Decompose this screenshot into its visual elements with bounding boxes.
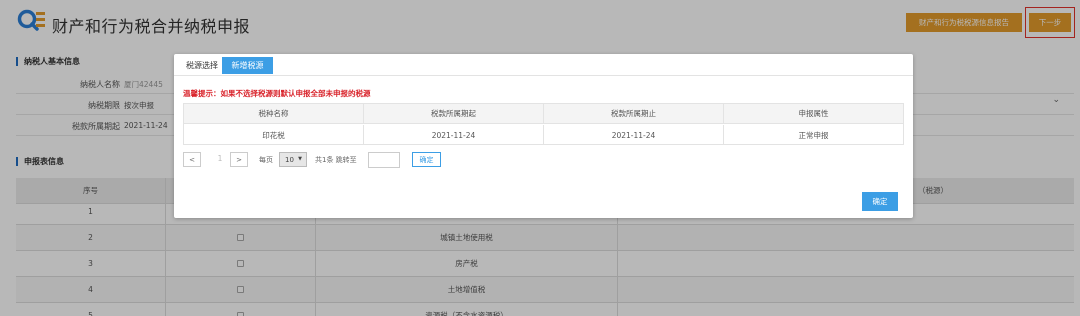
tax-source-modal: 税源选择 新增税源 温馨提示：如果不选择税源则默认申报全部未申报的税源 税种名称… xyxy=(174,54,913,218)
cell-tax-type: 印花税 xyxy=(184,125,364,145)
modal-tab-bar: 税源选择 新增税源 xyxy=(174,54,913,76)
pagination: < 1 > 每页 10 ▼ 共1条 跳转至 确定 xyxy=(183,152,583,168)
caret-down-icon: ▼ xyxy=(298,156,302,162)
modal-confirm-button[interactable]: 确定 xyxy=(862,192,898,211)
table-row[interactable]: 印花税 2021-11-24 2021-11-24 正常申报 xyxy=(184,125,903,145)
current-page-number[interactable]: 1 xyxy=(211,154,229,163)
per-page-label: 每页 xyxy=(259,156,273,164)
tax-source-table-header: 税种名称 税款所属期起 税款所属期止 申报属性 xyxy=(184,104,903,124)
tab-add-tax-source[interactable]: 新增税源 xyxy=(222,57,273,74)
cell-period-end: 2021-11-24 xyxy=(544,125,724,145)
col-header-tax-type: 税种名称 xyxy=(184,104,364,123)
jump-page-input[interactable] xyxy=(368,152,400,168)
page-size-value: 10 xyxy=(285,155,294,164)
page-size-select[interactable]: 10 ▼ xyxy=(279,152,307,167)
cell-period-start: 2021-11-24 xyxy=(364,125,544,145)
col-header-declare-attr: 申报属性 xyxy=(798,109,829,118)
tab-tax-source-select[interactable]: 税源选择 xyxy=(182,57,222,74)
jump-confirm-button[interactable]: 确定 xyxy=(412,152,441,167)
col-header-period-start: 税款所属期起 xyxy=(364,104,544,123)
pager-summary: 共1条 跳转至 xyxy=(315,156,357,164)
warm-tip-text: 温馨提示：如果不选择税源则默认申报全部未申报的税源 xyxy=(183,89,371,98)
next-page-button[interactable]: > xyxy=(230,152,248,167)
tax-source-table: 税种名称 税款所属期起 税款所属期止 申报属性 印花税 2021-11-24 2… xyxy=(183,103,904,145)
prev-page-button[interactable]: < xyxy=(183,152,201,167)
col-header-period-end: 税款所属期止 xyxy=(544,104,724,123)
cell-declare-attr: 正常申报 xyxy=(798,130,829,140)
